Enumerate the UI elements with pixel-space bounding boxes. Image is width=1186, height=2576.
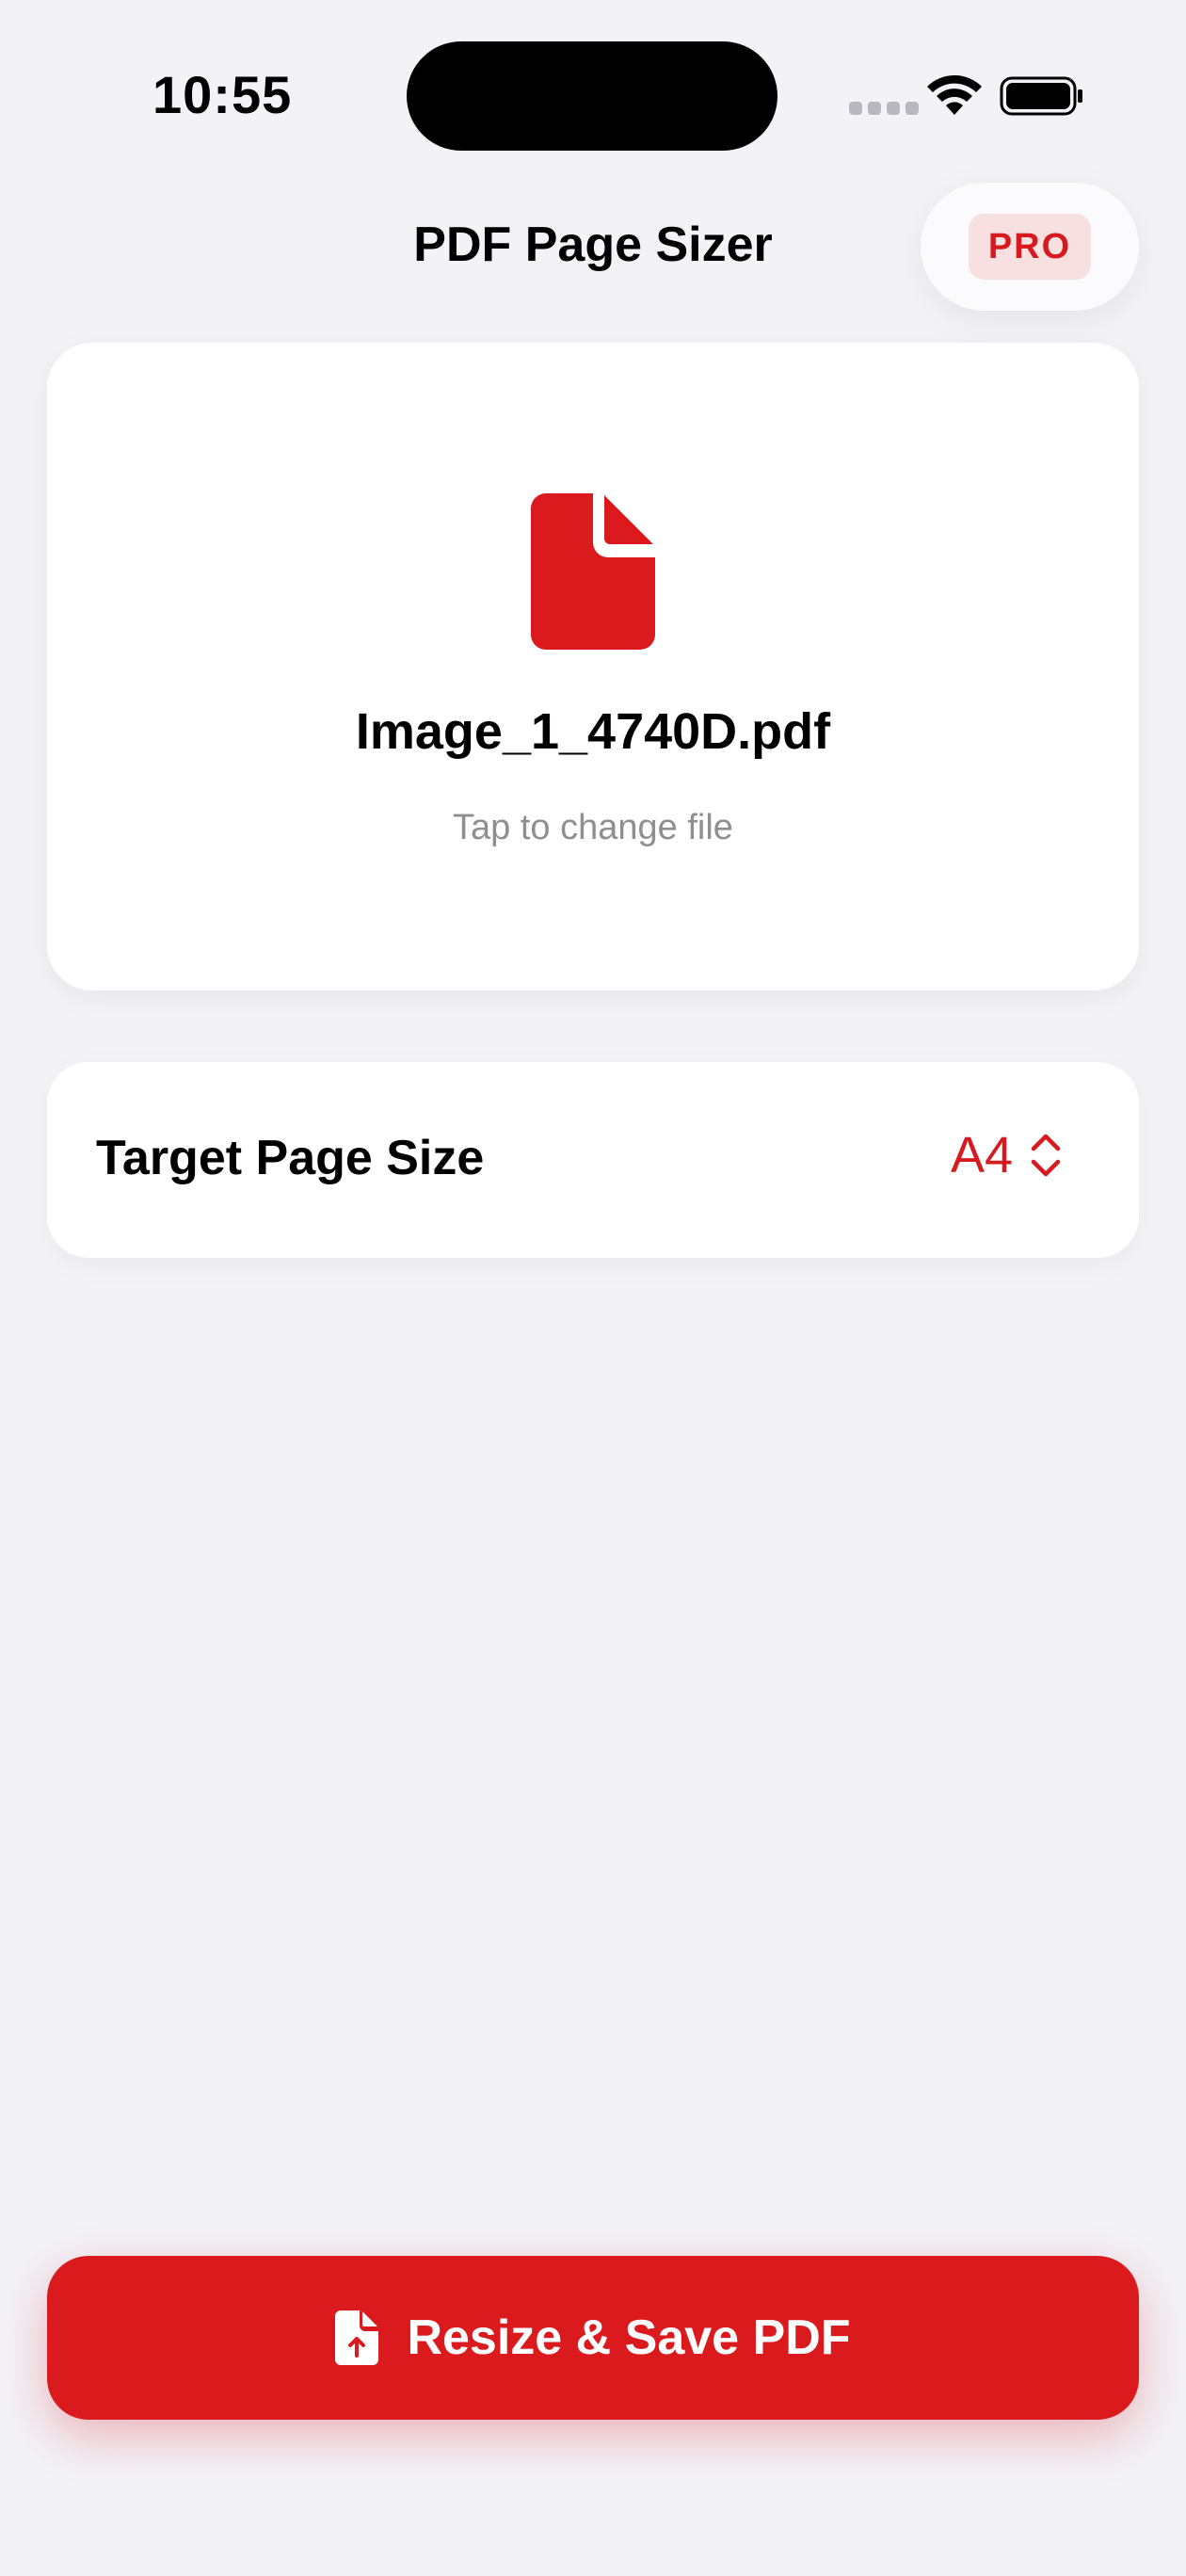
pro-button[interactable]: PRO <box>921 183 1139 311</box>
page-size-value: A4 <box>950 1127 1013 1183</box>
page-size-picker[interactable]: A4 <box>951 1126 1062 1184</box>
target-page-size-row: Target Page Size A4 <box>47 1062 1139 1258</box>
status-time: 10:55 <box>152 65 293 124</box>
battery-icon <box>1000 76 1082 116</box>
wifi-icon <box>927 74 982 115</box>
chevron-updown-icon <box>1031 1134 1061 1177</box>
cellular-signal-icon <box>849 102 919 115</box>
pro-badge: PRO <box>969 214 1091 280</box>
file-name: Image_1_4740D.pdf <box>355 703 831 760</box>
resize-save-button[interactable]: Resize & Save PDF <box>47 2256 1139 2420</box>
document-icon <box>531 493 655 650</box>
status-bar: 10:55 <box>0 0 1186 188</box>
file-picker-card[interactable]: Image_1_4740D.pdf Tap to change file <box>47 343 1139 990</box>
target-page-size-label: Target Page Size <box>96 1131 485 1185</box>
change-file-hint: Tap to change file <box>453 808 733 847</box>
document-upload-icon <box>335 2310 379 2365</box>
dynamic-island <box>407 41 777 151</box>
resize-save-label: Resize & Save PDF <box>407 2310 851 2365</box>
